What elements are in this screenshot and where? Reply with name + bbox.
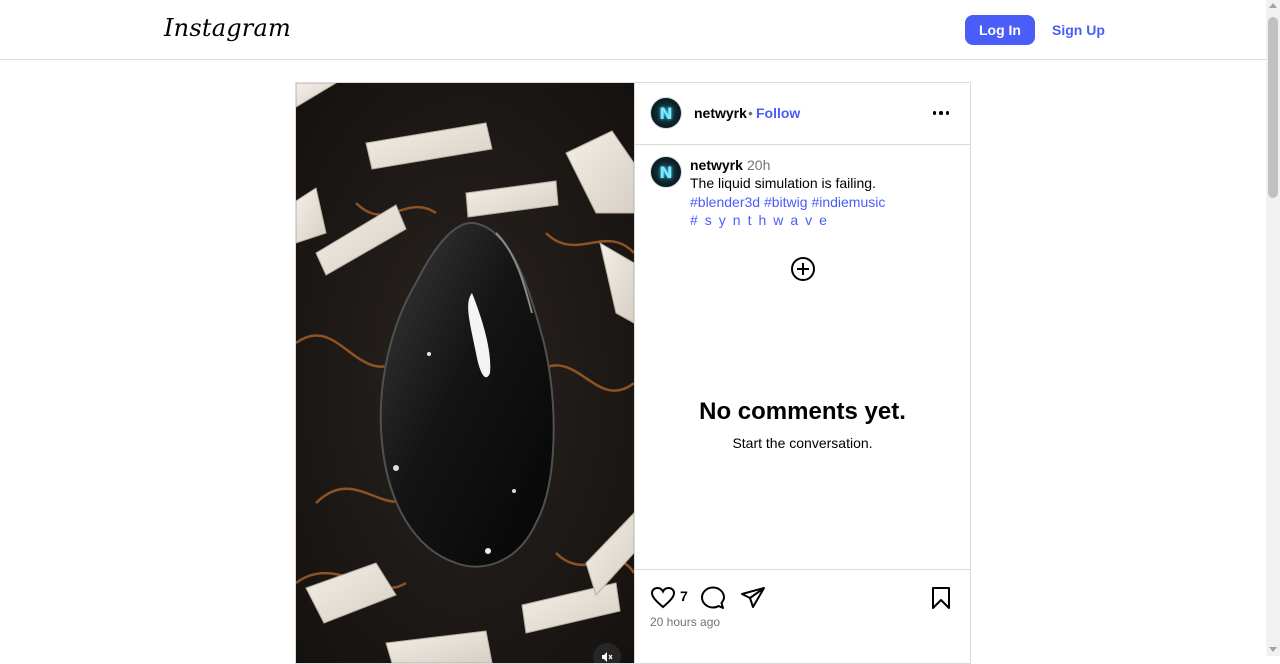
add-comment-icon[interactable] [790,256,816,282]
post-actions-bar: 7 20 hours ago [635,569,970,664]
hashtag-link[interactable]: #bitwig [764,194,808,210]
caption-text: The liquid simulation is failing. [690,175,876,191]
share-icon[interactable] [740,585,766,611]
page-scrollbar[interactable] [1266,0,1280,656]
post-sidebar: N netwyrk • Follow N netwyrk 20h The liq… [634,83,970,663]
scrollbar-thumb[interactable] [1268,17,1278,198]
avatar-initial: N [659,103,673,123]
hashtag-link[interactable]: #blender3d [690,194,760,210]
top-navigation-bar: Instagram Log In Sign Up [0,0,1266,60]
author-avatar[interactable]: N [650,97,682,129]
instagram-logo[interactable]: Instagram [164,14,291,42]
like-count[interactable]: 7 [680,588,688,604]
scroll-down-arrow-icon[interactable] [1269,647,1277,652]
caption-avatar[interactable]: N [650,156,682,188]
scroll-up-arrow-icon[interactable] [1269,3,1277,8]
heart-icon[interactable] [650,585,676,611]
caption-username[interactable]: netwyrk [690,157,743,173]
avatar-initial: N [659,162,673,182]
author-username[interactable]: netwyrk [694,105,747,121]
post-card: N netwyrk • Follow N netwyrk 20h The liq… [295,82,971,664]
caption-timestamp[interactable]: 20h [747,157,770,173]
bookmark-icon[interactable] [928,585,954,611]
post-timestamp[interactable]: 20 hours ago [650,615,720,629]
more-options-icon[interactable] [930,101,952,125]
hashtag-link[interactable]: #synthwave [690,212,834,228]
comment-icon[interactable] [700,585,726,611]
signup-link[interactable]: Sign Up [1052,22,1105,38]
login-button[interactable]: Log In [965,15,1035,45]
hashtag-link[interactable]: #indiemusic [811,194,885,210]
follow-button[interactable]: Follow [756,105,800,121]
no-comments-subtitle: Start the conversation. [732,435,873,451]
no-comments-title: No comments yet. [699,398,906,425]
caption-hashtags: #blender3d #bitwig #indiemusic #synthwav… [690,193,950,229]
post-header: N netwyrk • Follow [635,83,970,145]
post-video[interactable] [296,83,634,663]
video-frame [296,83,634,663]
muted-audio-icon[interactable] [593,643,621,663]
separator-dot: • [748,105,753,121]
